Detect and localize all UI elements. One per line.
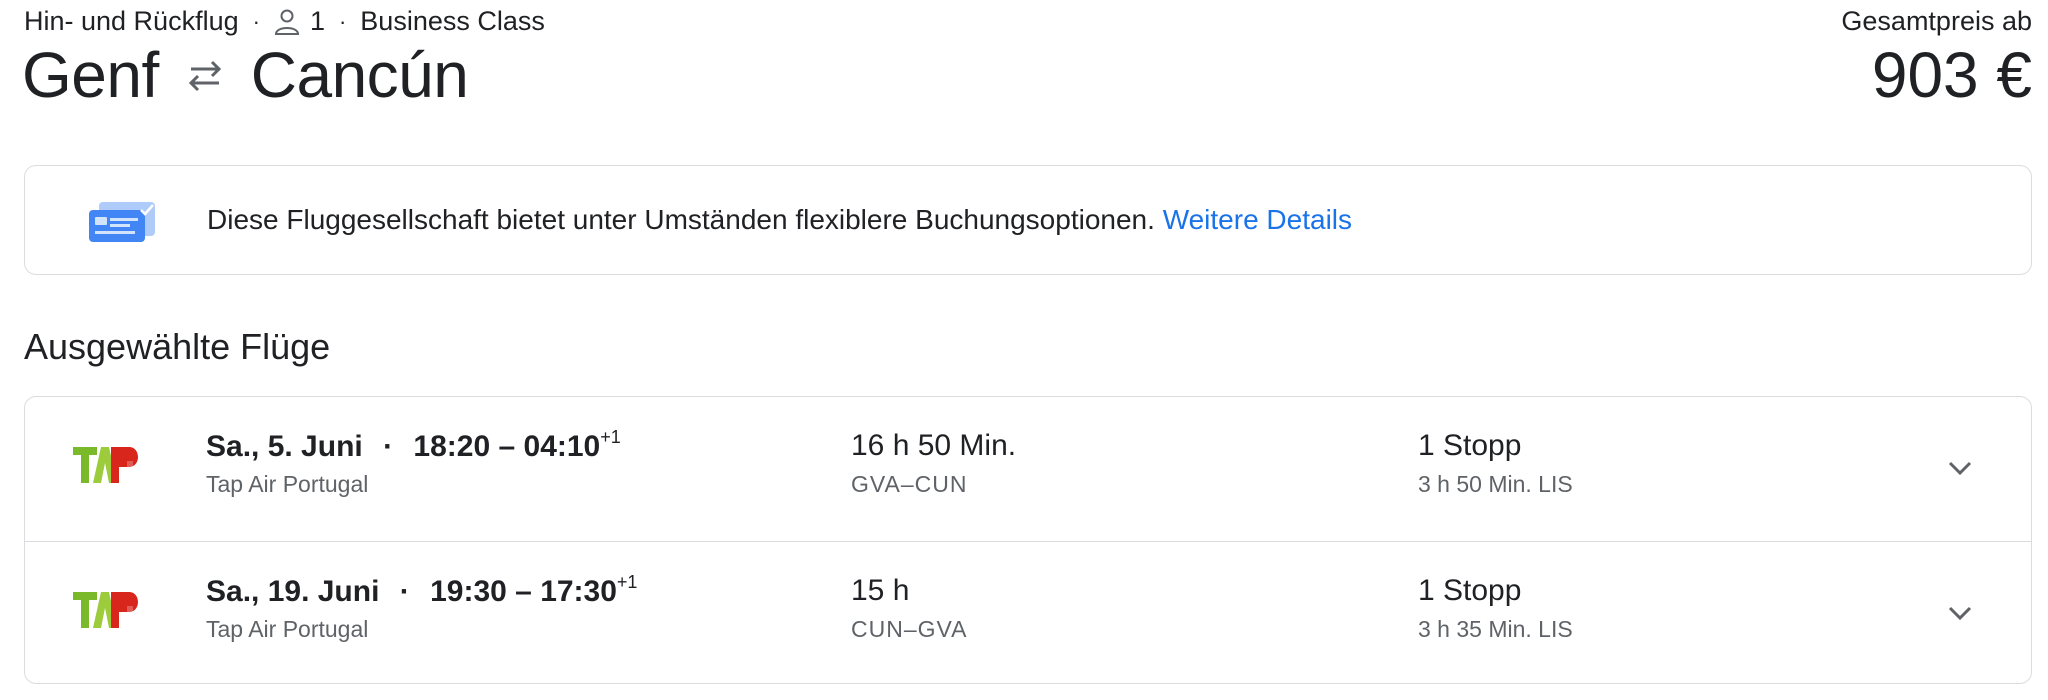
flight-row-return[interactable]: Sa., 19. Juni · 19:30 – 17:30+1 Tap Air …: [25, 541, 2031, 683]
separator-dot: ·: [383, 430, 394, 463]
airline-name: Tap Air Portugal: [206, 471, 369, 497]
flight-date-times: Sa., 5. Juni · 18:20 – 04:10+1: [206, 427, 621, 464]
flight-layover: 3 h 35 Min. LIS: [1418, 616, 1573, 642]
day-offset: +1: [616, 572, 638, 592]
flight-date: Sa., 19. Juni: [206, 575, 380, 608]
tap-air-portugal-logo: [73, 592, 138, 628]
flight-times: 19:30 – 17:30: [430, 575, 617, 608]
selected-flights-list: Sa., 5. Juni · 18:20 – 04:10+1 Tap Air P…: [24, 396, 2032, 684]
person-icon: [274, 9, 299, 35]
flight-route: GVA–CUN: [851, 471, 968, 497]
flight-duration: 16 h 50 Min.: [851, 429, 1017, 462]
cabin-class: Business Class: [360, 6, 545, 36]
flight-times: 18:20 – 04:10: [413, 430, 601, 463]
notice-text-container: Diese Fluggesellschaft bietet unter Umst…: [207, 204, 1352, 236]
flight-stops: 1 Stopp: [1418, 429, 1522, 462]
chevron-down-icon[interactable]: [1943, 451, 1977, 485]
passenger-count: 1: [309, 6, 325, 36]
flight-date: Sa., 5. Juni: [206, 430, 363, 463]
separator-dot: ·: [338, 8, 347, 34]
airline-name: Tap Air Portugal: [206, 616, 369, 642]
total-price-label: Gesamtpreis ab: [1841, 6, 2032, 36]
trip-summary: Hin- und Rückflug · 1 · Business Class: [24, 6, 545, 37]
trip-type: Hin- und Rückflug: [24, 6, 239, 36]
origin-city: Genf: [22, 39, 159, 111]
destination-city: Cancún: [250, 39, 469, 111]
separator-dot: ·: [252, 8, 260, 34]
round-trip-arrows-icon: [188, 60, 221, 92]
route-title: Genf Cancún: [22, 38, 469, 112]
flight-date-times: Sa., 19. Juni · 19:30 – 17:30+1: [206, 572, 638, 609]
booking-options-icon: [89, 202, 155, 242]
day-offset: +1: [600, 427, 621, 447]
tap-air-portugal-logo: [73, 447, 138, 483]
flight-layover: 3 h 50 Min. LIS: [1418, 471, 1573, 497]
selected-flights-title: Ausgewählte Flüge: [24, 326, 331, 367]
flight-duration: 15 h: [851, 574, 910, 607]
booking-options-notice: Diese Fluggesellschaft bietet unter Umst…: [24, 165, 2032, 275]
notice-text: Diese Fluggesellschaft bietet unter Umst…: [207, 204, 1155, 235]
chevron-down-icon[interactable]: [1943, 596, 1977, 630]
more-details-link[interactable]: Weitere Details: [1163, 204, 1352, 235]
total-price: 903 €: [1871, 39, 2032, 111]
flight-route: CUN–GVA: [851, 616, 968, 642]
separator-dot: ·: [399, 575, 410, 608]
flight-stops: 1 Stopp: [1418, 574, 1522, 607]
flight-row-outbound[interactable]: Sa., 5. Juni · 18:20 – 04:10+1 Tap Air P…: [25, 397, 2031, 540]
